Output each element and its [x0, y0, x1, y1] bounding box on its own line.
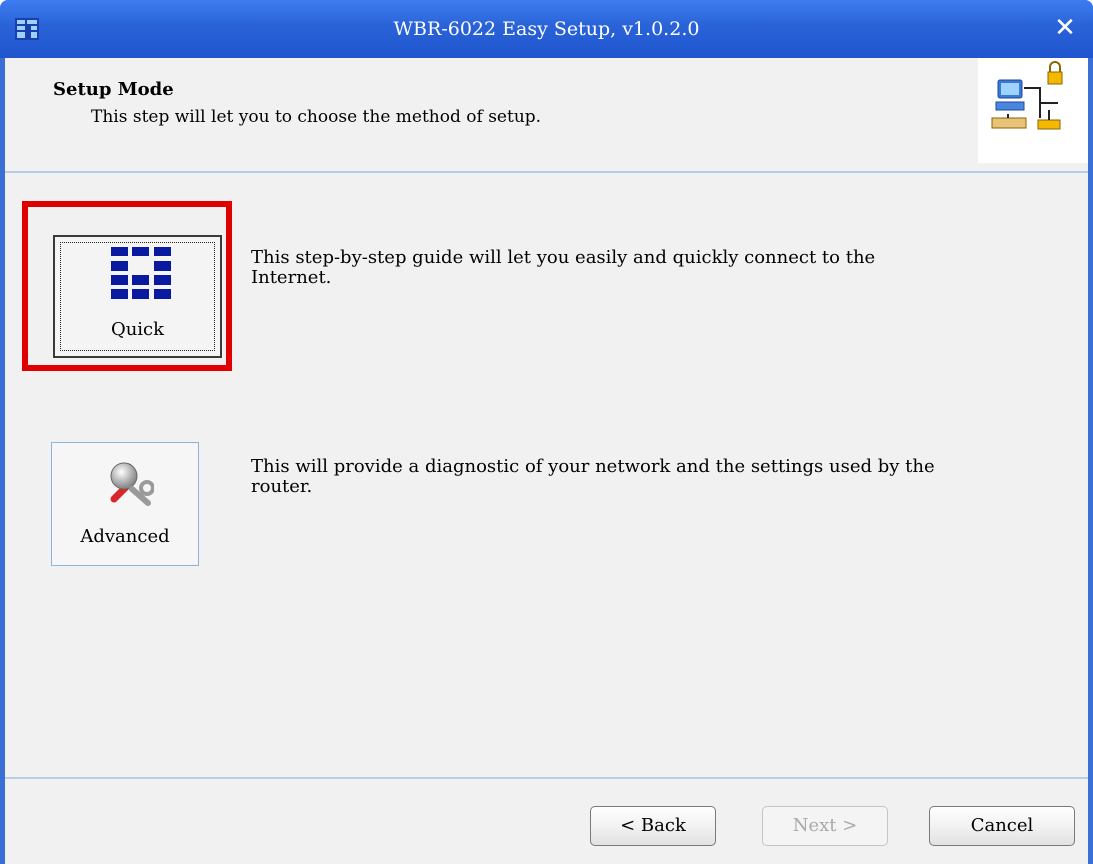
step-description: This step will let you to choose the met… [91, 107, 542, 127]
network-setup-icon [978, 58, 1088, 163]
back-button[interactable]: < Back [590, 806, 716, 846]
wizard-header: Setup Mode This step will let you to cho… [5, 58, 1088, 173]
footer-separator [5, 777, 1088, 779]
advanced-setup-button[interactable]: Advanced [51, 442, 199, 566]
advanced-button-label: Advanced [80, 526, 170, 547]
levelone-logo-icon [111, 247, 171, 299]
title-bar: WBR-6022 Easy Setup, v1.0.2.0 ✕ [0, 0, 1093, 58]
quick-button-label: Quick [110, 319, 165, 340]
advanced-description: This will provide a diagnostic of your n… [251, 456, 935, 497]
header-separator [5, 171, 1088, 173]
window-title: WBR-6022 Easy Setup, v1.0.2.0 [393, 18, 700, 40]
cancel-button[interactable]: Cancel [929, 806, 1075, 846]
close-button[interactable]: ✕ [1051, 14, 1079, 42]
quick-description: This step-by-step guide will let you eas… [251, 247, 876, 288]
wrench-tools-icon [110, 462, 154, 506]
setup-window: WBR-6022 Easy Setup, v1.0.2.0 ✕ Setup Mo… [0, 0, 1093, 864]
next-button[interactable]: Next > [762, 806, 888, 846]
dialog-body: Setup Mode This step will let you to cho… [5, 58, 1088, 864]
quick-setup-button[interactable]: Quick [53, 235, 222, 358]
step-title: Setup Mode [53, 79, 174, 100]
